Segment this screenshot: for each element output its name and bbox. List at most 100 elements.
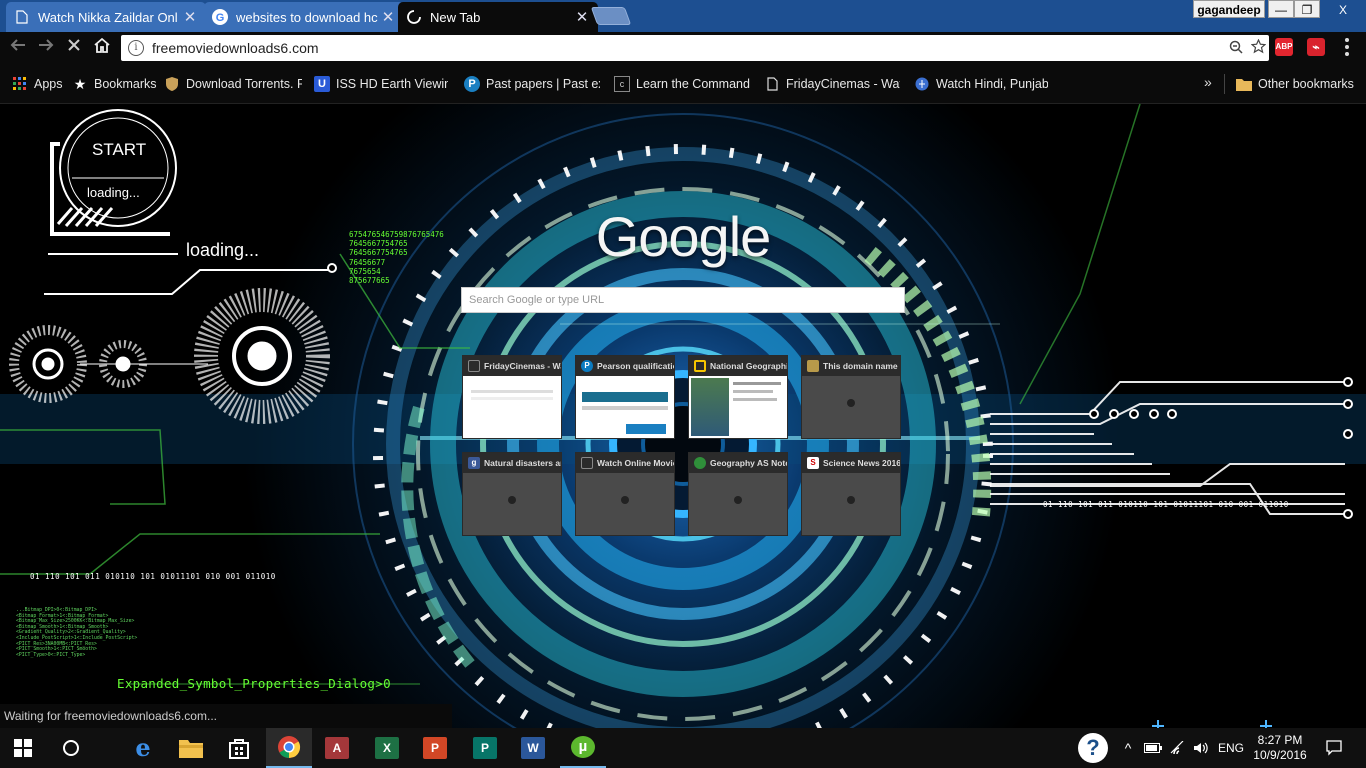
- address-bar[interactable]: i: [121, 35, 1269, 61]
- tile-placeholder-dot: [508, 496, 516, 504]
- home-button[interactable]: [90, 36, 114, 60]
- info-icon[interactable]: i: [128, 40, 144, 56]
- bookmark-label: Other bookmarks: [1258, 77, 1354, 91]
- access-button[interactable]: A: [314, 728, 360, 768]
- most-visited-tile[interactable]: This domain name has: [801, 355, 901, 439]
- tile-header: g Natural disasters and: [463, 453, 561, 473]
- minimize-button[interactable]: —: [1268, 0, 1294, 18]
- bookmark-download-torrents[interactable]: Download Torrents. Fa: [164, 75, 302, 93]
- code-line: 76456677: [349, 257, 386, 267]
- utorrent-button[interactable]: µ: [560, 728, 606, 768]
- volume-icon[interactable]: [1190, 728, 1212, 768]
- show-hidden-icons-button[interactable]: ^: [1118, 728, 1138, 768]
- bookmark-label: Download Torrents. Fa: [186, 77, 302, 91]
- code-line: 875677665: [349, 276, 390, 286]
- star-icon[interactable]: [1247, 38, 1269, 57]
- edge-button[interactable]: e: [120, 728, 166, 768]
- store-button[interactable]: [216, 728, 262, 768]
- chrome-menu-button[interactable]: [1340, 36, 1354, 58]
- profile-button[interactable]: gagandeep: [1193, 0, 1265, 18]
- url-input[interactable]: [152, 40, 1225, 56]
- excel-button[interactable]: X: [364, 728, 410, 768]
- help-tray-button[interactable]: ?: [1076, 728, 1110, 768]
- bookmark-iss-hd[interactable]: U ISS HD Earth Viewing: [314, 75, 448, 93]
- most-visited-tile[interactable]: S Science News 2016 - L: [801, 452, 901, 536]
- new-tab-button[interactable]: [590, 7, 632, 25]
- forward-button[interactable]: [34, 36, 58, 60]
- bookmark-apps[interactable]: Apps: [12, 75, 63, 93]
- tile-title: Pearson qualifications: [597, 361, 674, 371]
- pearson-icon: P: [581, 360, 593, 372]
- most-visited-tile[interactable]: National Geographic M: [688, 355, 788, 439]
- clock-time: 8:27 PM: [1257, 733, 1303, 747]
- tile-title: Watch Online Movies |: [597, 458, 674, 468]
- tab-watch-nikka[interactable]: Watch Nikka Zaildar Onl ✕: [6, 2, 206, 32]
- close-window-button[interactable]: X: [1320, 0, 1366, 18]
- close-icon[interactable]: ✕: [574, 8, 590, 26]
- publisher-button[interactable]: P: [462, 728, 508, 768]
- language-indicator[interactable]: ENG: [1214, 728, 1248, 768]
- svg-text:G: G: [216, 12, 225, 24]
- explorer-button[interactable]: [168, 728, 214, 768]
- powerpoint-button[interactable]: P: [412, 728, 458, 768]
- bookmark-past-papers[interactable]: P Past papers | Past exa: [464, 75, 600, 93]
- bookmark-watch-hindi[interactable]: Watch Hindi, Punjabi,: [914, 75, 1048, 93]
- most-visited-tile[interactable]: Watch Online Movies |: [575, 452, 675, 536]
- start-button[interactable]: [0, 728, 46, 768]
- back-button[interactable]: [6, 36, 30, 60]
- wifi-icon[interactable]: [1166, 728, 1190, 768]
- close-icon[interactable]: ✕: [182, 8, 198, 26]
- publisher-icon: P: [473, 737, 497, 759]
- bookmark-fridaycinemas[interactable]: FridayCinemas - Watc: [764, 75, 900, 93]
- most-visited-tile[interactable]: FridayCinemas - Watc: [462, 355, 562, 439]
- bookmark-label: Apps: [34, 77, 63, 91]
- back-arrow-icon: [10, 39, 25, 51]
- apps-grid-icon: [12, 76, 28, 92]
- battery-icon[interactable]: [1142, 728, 1164, 768]
- adblock-plus-icon[interactable]: ABP: [1275, 38, 1293, 56]
- status-bubble: Waiting for freemoviedownloads6.com...: [0, 704, 452, 728]
- stop-button[interactable]: [62, 36, 86, 60]
- acrobat-icon[interactable]: ⌁: [1307, 38, 1325, 56]
- new-tab-page: START loading... loading... 675476546759…: [0, 104, 1366, 728]
- bookmark-other[interactable]: Other bookmarks: [1236, 75, 1354, 93]
- tile-title: This domain name has: [823, 361, 900, 371]
- ntp-search-box[interactable]: Search Google or type URL: [461, 287, 905, 313]
- utorrent-icon: µ: [571, 736, 595, 758]
- bookmark-label: Watch Hindi, Punjabi,: [936, 77, 1048, 91]
- zoom-out-icon[interactable]: [1225, 40, 1247, 57]
- tab-new-tab[interactable]: New Tab ✕: [398, 2, 598, 32]
- restore-button[interactable]: ❐: [1294, 0, 1320, 18]
- bookmarks-overflow-button[interactable]: »: [1204, 74, 1212, 90]
- help-icon: ?: [1078, 733, 1108, 763]
- tile-header: P Pearson qualifications: [576, 356, 674, 376]
- tab-websites-download[interactable]: G websites to download hc ✕: [204, 2, 404, 32]
- tab-title: New Tab: [430, 9, 481, 25]
- page-icon: [764, 76, 780, 92]
- bookmark-learn-command[interactable]: c Learn the Command L: [614, 75, 750, 93]
- bookmark-bookmarks[interactable]: ★ Bookmarks: [72, 75, 157, 93]
- geography-icon: [694, 457, 706, 469]
- most-visited-tile[interactable]: P Pearson qualifications: [575, 355, 675, 439]
- torrent-shield-icon: [164, 76, 180, 92]
- most-visited-tile[interactable]: g Natural disasters and: [462, 452, 562, 536]
- globe-icon: [914, 76, 930, 92]
- word-icon: W: [521, 737, 545, 759]
- tile-placeholder-dot: [847, 399, 855, 407]
- code-line: <PICT_Type>0<:PICT_Type>: [16, 652, 86, 658]
- tab-strip: Watch Nikka Zaildar Onl ✕ G websites to …: [0, 0, 1366, 32]
- word-button[interactable]: W: [510, 728, 556, 768]
- action-center-button[interactable]: [1316, 728, 1352, 768]
- chrome-button[interactable]: [266, 728, 312, 768]
- loading-small-label: loading...: [87, 185, 140, 200]
- bookmark-label: Bookmarks: [94, 77, 157, 91]
- code-line: 675476546759876765476: [349, 230, 444, 239]
- close-icon[interactable]: ✕: [380, 8, 396, 26]
- clock[interactable]: 8:27 PM 10/9/2016: [1250, 728, 1310, 768]
- cortana-button[interactable]: [48, 728, 94, 768]
- forward-arrow-icon: [39, 39, 54, 51]
- tile-header: Watch Online Movies |: [576, 453, 674, 473]
- bookmark-label: Past papers | Past exa: [486, 77, 600, 91]
- most-visited-tile[interactable]: Geography AS Notes: [688, 452, 788, 536]
- bookmark-label: Learn the Command L: [636, 77, 750, 91]
